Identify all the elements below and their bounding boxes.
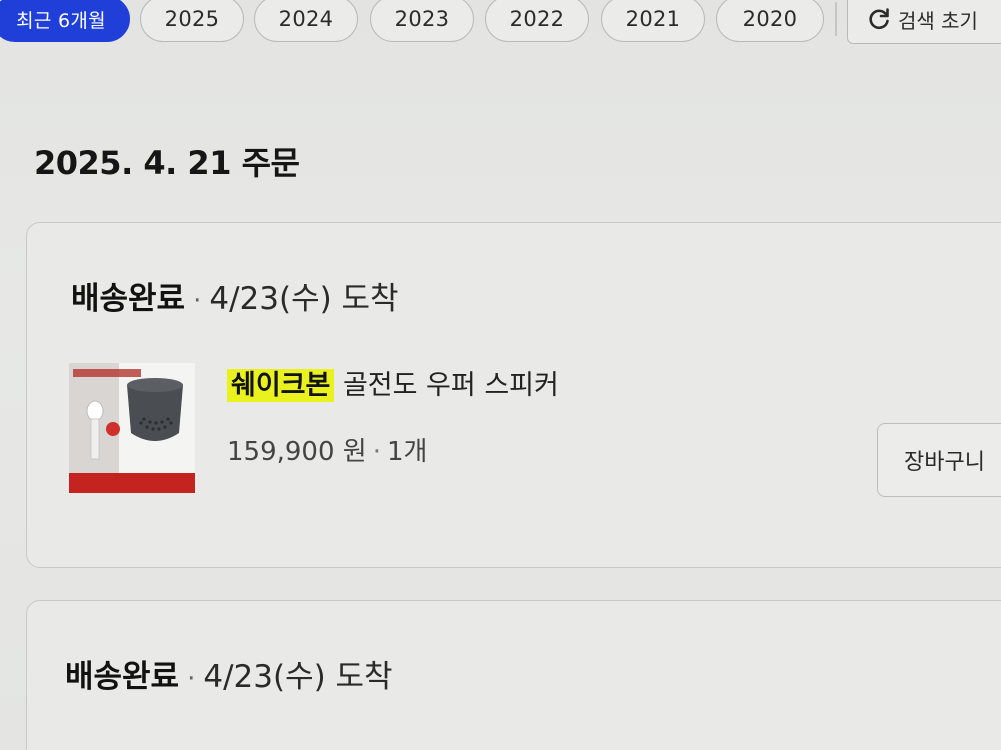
delivery-status: 배송완료 · 4/23(수) 도착 xyxy=(71,273,399,318)
arrival-date: 4/23(수) 도착 xyxy=(209,281,399,317)
product-quantity: 1개 xyxy=(386,437,428,467)
filter-chip-2025[interactable]: 2025 xyxy=(140,0,244,42)
price-separator: · xyxy=(372,437,381,467)
order-card: 배송완료 · 4/23(수) 도착 xyxy=(26,600,1001,750)
add-to-cart-button[interactable]: 장바구니 xyxy=(877,423,1001,497)
reset-search-button[interactable]: 검색 초기 xyxy=(847,0,1001,44)
product-name[interactable]: 쉐이크본 골전도 우퍼 스피커 xyxy=(227,363,559,402)
status-separator: · xyxy=(193,286,202,316)
filter-chip-label: 2024 xyxy=(278,7,334,31)
filter-divider xyxy=(835,2,837,36)
refresh-icon xyxy=(866,6,892,32)
filter-chip-label: 2022 xyxy=(509,7,565,31)
filter-chip-label: 2020 xyxy=(742,7,798,31)
product-thumbnail[interactable] xyxy=(69,363,195,493)
delivery-status: 배송완료 · 4/23(수) 도착 xyxy=(65,651,393,696)
product-brand-highlight: 쉐이크본 xyxy=(227,369,335,402)
order-date-heading: 2025. 4. 21 주문 xyxy=(34,144,300,182)
filter-chip-2022[interactable]: 2022 xyxy=(485,0,589,42)
filter-chip-label: 2023 xyxy=(394,7,450,31)
order-card: 배송완료 · 4/23(수) 도착 쉐이크본 골전도 우퍼 스피커 159,900 … xyxy=(26,222,1001,568)
filter-chip-2021[interactable]: 2021 xyxy=(601,0,705,42)
filter-chip-recent-6-months[interactable]: 최근 6개월 xyxy=(0,0,130,42)
filter-chip-label: 2025 xyxy=(164,7,220,31)
filter-chip-2020[interactable]: 2020 xyxy=(716,0,824,42)
year-filter-bar: 최근 6개월 2025 2024 2023 2022 2021 2020 검색 … xyxy=(0,0,1001,46)
arrival-date: 4/23(수) 도착 xyxy=(203,659,393,695)
add-to-cart-label: 장바구니 xyxy=(904,450,985,475)
product-price: 159,900 원 xyxy=(227,437,367,467)
delivery-status-label: 배송완료 xyxy=(71,281,186,317)
reset-search-label: 검색 초기 xyxy=(898,8,978,33)
filter-chip-label: 최근 6개월 xyxy=(16,9,106,32)
filter-chip-2023[interactable]: 2023 xyxy=(370,0,474,42)
status-separator: · xyxy=(187,664,196,694)
product-name-rest: 골전도 우퍼 스피커 xyxy=(334,370,559,401)
product-price-quantity: 159,900 원 · 1개 xyxy=(227,431,427,468)
filter-chip-2024[interactable]: 2024 xyxy=(254,0,358,42)
filter-chip-label: 2021 xyxy=(625,7,681,31)
delivery-status-label: 배송완료 xyxy=(65,659,180,695)
